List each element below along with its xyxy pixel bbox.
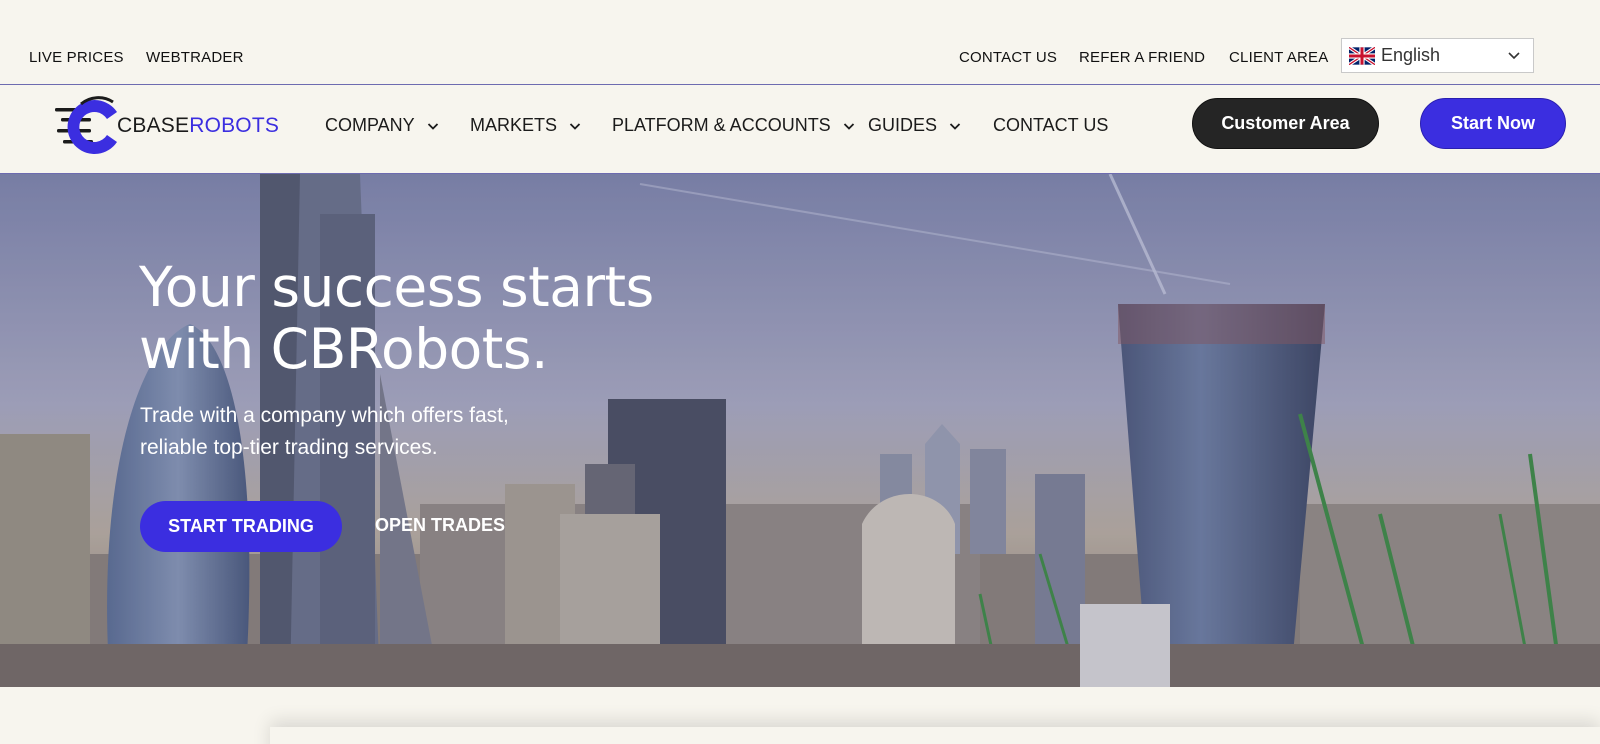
start-trading-button[interactable]: START TRADING [140, 501, 342, 552]
hero-title: Your success starts with CBRobots. [139, 255, 654, 381]
contact-us-top-link[interactable]: CONTACT US [959, 49, 1057, 66]
stats-strip [0, 687, 1600, 744]
site-logo[interactable]: CBASEROBOTS [55, 96, 279, 156]
hero-section: Your success starts with CBRobots. Trade… [0, 174, 1600, 687]
nav-item-label: CONTACT US [993, 115, 1109, 135]
chevron-down-icon [843, 122, 854, 130]
refer-a-friend-link[interactable]: REFER A FRIEND [1079, 49, 1205, 66]
language-label: English [1381, 45, 1441, 65]
nav-item-label: COMPANY [325, 115, 415, 135]
logo-wordmark: CBASEROBOTS [117, 114, 279, 138]
stats-card-shadow [270, 727, 1600, 744]
chevron-down-icon [949, 122, 961, 130]
chevron-down-icon [1508, 52, 1520, 60]
top-utility-bar: LIVE PRICES WEBTRADER CONTACT US REFER A… [0, 0, 1600, 85]
nav-item-label: PLATFORM & ACCOUNTS [612, 115, 831, 135]
hero-subtitle: Trade with a company which offers fast, … [140, 404, 509, 459]
customer-area-button[interactable]: Customer Area [1192, 98, 1379, 149]
live-prices-link[interactable]: LIVE PRICES [29, 49, 124, 66]
nav-item-label: MARKETS [470, 115, 558, 135]
logo-c-icon [55, 96, 117, 154]
nav-item-contact-us[interactable]: CONTACT US [993, 115, 1108, 136]
nav-item-company[interactable]: COMPANY [325, 115, 439, 136]
main-navigation: CBASEROBOTS COMPANY MARKETS PLATFORM & A… [0, 85, 1600, 174]
nav-item-guides[interactable]: GUIDES [868, 115, 961, 136]
language-select[interactable]: English [1341, 38, 1534, 73]
open-trades-link[interactable]: OPEN TRADES [375, 515, 505, 536]
logo-wordmark-part2: ROBOTS [189, 114, 280, 137]
nav-item-platform-accounts[interactable]: PLATFORM & ACCOUNTS [612, 115, 855, 136]
nav-item-markets[interactable]: MARKETS [470, 115, 581, 136]
nav-item-label: GUIDES [868, 115, 938, 135]
client-area-link[interactable]: CLIENT AREA [1229, 49, 1328, 66]
logo-wordmark-part1: CBASE [117, 114, 190, 137]
webtrader-link[interactable]: WEBTRADER [146, 49, 244, 66]
chevron-down-icon [569, 122, 581, 130]
chevron-down-icon [427, 122, 438, 130]
uk-flag-icon [1349, 46, 1375, 65]
start-now-button[interactable]: Start Now [1420, 98, 1566, 149]
